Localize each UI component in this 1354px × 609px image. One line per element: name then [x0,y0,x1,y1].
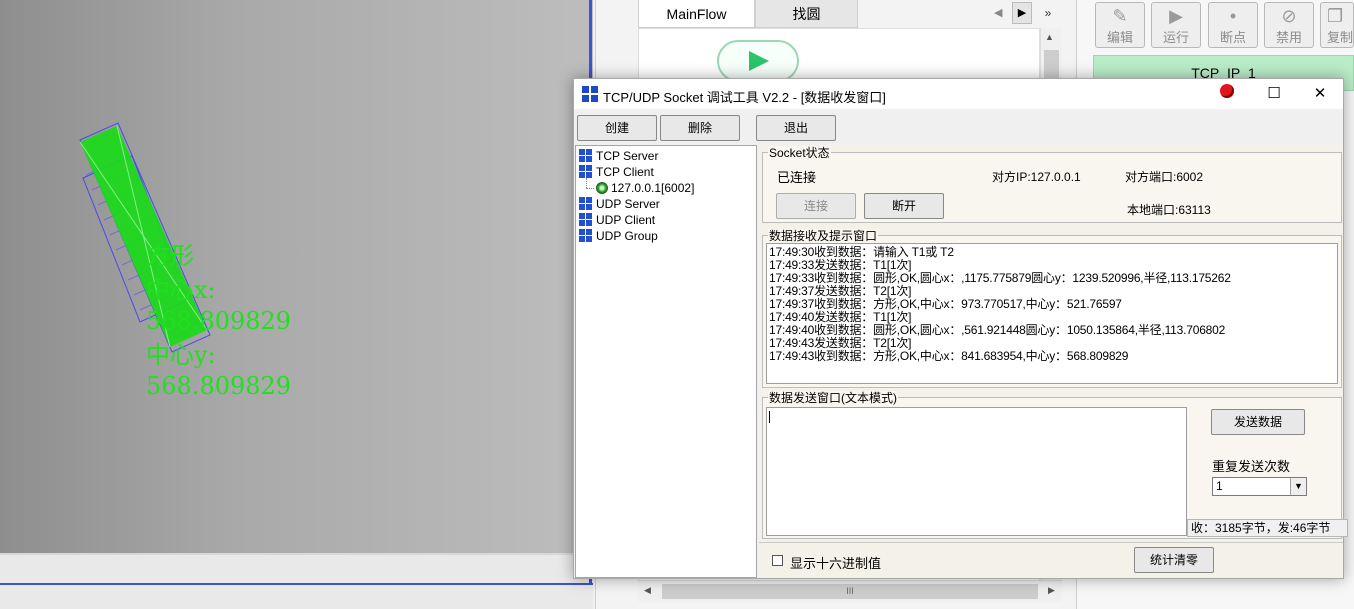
scroll-up-icon[interactable]: ▲ [1045,32,1054,42]
breakpoint-button-label: 断点 [1219,30,1246,45]
text-cursor [769,411,770,423]
send-group: 数据发送窗口(文本模式) 发送数据 重复发送次数 1 ▼ 收：3185字节，发:… [762,391,1348,539]
scroll-right-icon[interactable]: ▶ [1048,585,1055,596]
create-button[interactable]: 创建 [577,115,657,141]
tab-find-circle[interactable]: 找圆 [755,0,858,28]
copy-button-label: 复制 [1327,30,1354,45]
copy-button[interactable]: ❐ 复制 [1320,2,1354,48]
tree-connector [586,178,587,188]
local-port: 本地端口:63113 [1127,203,1211,217]
edit-button-label: 编辑 [1106,30,1133,45]
camera-status-area [0,555,593,609]
run-button[interactable]: ▶ 运行 [1151,2,1201,48]
scroll-left-icon[interactable]: ◀ [644,585,651,596]
tab-list-chevron-icon[interactable]: » [1040,3,1056,23]
send-title: 数据发送窗口(文本模式) [768,391,898,405]
tab-mainflow[interactable]: MainFlow [638,0,755,28]
flow-horizontal-scrollbar[interactable]: ◀ III ▶ [638,580,1062,602]
connected-icon [596,182,608,194]
receive-log[interactable]: 17:49:30收到数据：请输入 T1或 T2 17:49:33发送数据：T1[… [766,243,1338,384]
socket-tool-window: TCP/UDP Socket 调试工具 V2.2 - [数据收发窗口] ☐ ✕ … [573,78,1348,579]
reset-stats-button[interactable]: 统计清零 [1134,547,1214,573]
send-textarea[interactable] [766,407,1187,536]
tree-item-tcp-server[interactable]: TCP Server [579,148,658,164]
camera-border-bottom [0,583,593,585]
edit-button[interactable]: ✎ 编辑 [1095,2,1145,48]
play-icon [749,51,769,71]
repeat-count-label: 重复发送次数 [1212,459,1291,474]
repeat-count-value: 1 [1216,479,1223,493]
overlay-center-x-value: 568.809829 [146,307,292,335]
remote-ip: 对方IP:127.0.0.1 [992,170,1081,184]
vscroll-thumb[interactable] [1044,50,1059,80]
udp-client-icon [579,213,593,227]
connect-button[interactable]: 连接 [776,193,856,219]
play-icon: ▶ [1169,6,1183,26]
breakpoint-button[interactable]: • 断点 [1208,2,1258,48]
disable-icon: ⊘ [1281,6,1297,26]
hex-checkbox[interactable] [772,555,783,566]
disconnect-button[interactable]: 断开 [864,193,944,219]
repeat-count-select[interactable]: 1 ▼ [1212,477,1307,496]
tcp-client-icon [579,165,593,179]
tree-item-udp-client[interactable]: UDP Client [579,212,655,228]
title-bar[interactable]: TCP/UDP Socket 调试工具 V2.2 - [数据收发窗口] ☐ ✕ [574,79,1343,109]
receive-title: 数据接收及提示窗口 [768,229,879,243]
breakpoint-icon: • [1229,6,1237,26]
overlay-center-y-value: 568.809829 [146,372,292,400]
byte-stats: 收：3185字节，发:46字节 [1187,519,1348,537]
start-node[interactable] [717,40,799,82]
tree-connector [586,188,594,189]
hex-checkbox-label: 显示十六进制值 [790,556,882,571]
copy-icon: ❐ [1327,6,1344,26]
tree-item-label: UDP Group [596,229,658,243]
remote-port: 对方端口:6002 [1125,170,1204,184]
connection-state: 已连接 [777,170,817,185]
tab-scroll-left-icon[interactable]: ◀ [994,4,1006,22]
receive-group: 数据接收及提示窗口 17:49:30收到数据：请输入 T1或 T2 17:49:… [762,229,1342,388]
chevron-down-icon[interactable]: ▼ [1290,478,1306,495]
disable-button[interactable]: ⊘ 禁用 [1264,2,1314,48]
overlay-center-y-label: 中心y: [146,341,216,369]
tree-item-tcp-client[interactable]: TCP Client [579,164,654,180]
edit-icon: ✎ [1112,6,1128,26]
app-icon [582,86,598,102]
overlay-shape-label: 方形 [146,242,194,270]
tree-item-label: 127.0.0.1[6002] [611,181,695,195]
window-title: TCP/UDP Socket 调试工具 V2.2 - [数据收发窗口] [603,90,886,105]
tree-item-udp-group[interactable]: UDP Group [579,228,658,244]
maximize-icon[interactable]: ☐ [1251,79,1297,109]
tree-item-label: UDP Client [596,213,656,227]
disable-button-label: 禁用 [1275,30,1302,45]
data-panel: Socket状态 已连接 对方IP:127.0.0.1 对方端口:6002 连接… [759,145,1348,578]
tcp-server-icon [579,149,593,163]
hscroll-thumb[interactable]: III [662,584,1038,599]
delete-button[interactable]: 删除 [660,115,740,141]
tree-item-connection[interactable]: 127.0.0.1[6002] [596,180,695,196]
close-icon[interactable]: ✕ [1297,79,1343,109]
socket-status-title: Socket状态 [768,146,831,160]
connection-tree[interactable]: TCP Server TCP Client 127.0.0.1[6002] UD… [575,145,757,578]
exit-button[interactable]: 退出 [756,115,836,141]
log-line: 17:49:43收到数据：方形,OK,中心x：841.683954,中心y：56… [769,349,1129,363]
udp-server-icon [579,197,593,211]
detection-overlay [79,122,211,353]
run-button-label: 运行 [1162,30,1189,45]
tab-scroll-right-icon[interactable]: ▶ [1012,2,1032,24]
tree-item-label: TCP Server [596,149,659,163]
tree-item-udp-server[interactable]: UDP Server [579,196,660,212]
camera-view: 方形 中心x: 568.809829 中心y: 568.809829 [0,0,593,609]
tree-item-label: UDP Server [596,197,660,211]
tree-item-label: TCP Client [596,165,654,179]
socket-status-group: Socket状态 已连接 对方IP:127.0.0.1 对方端口:6002 连接… [762,146,1342,223]
pin-icon[interactable] [1220,84,1234,98]
send-data-button[interactable]: 发送数据 [1211,409,1305,435]
overlay-center-x-label: 中心x: [146,276,216,304]
udp-group-icon [579,229,593,243]
